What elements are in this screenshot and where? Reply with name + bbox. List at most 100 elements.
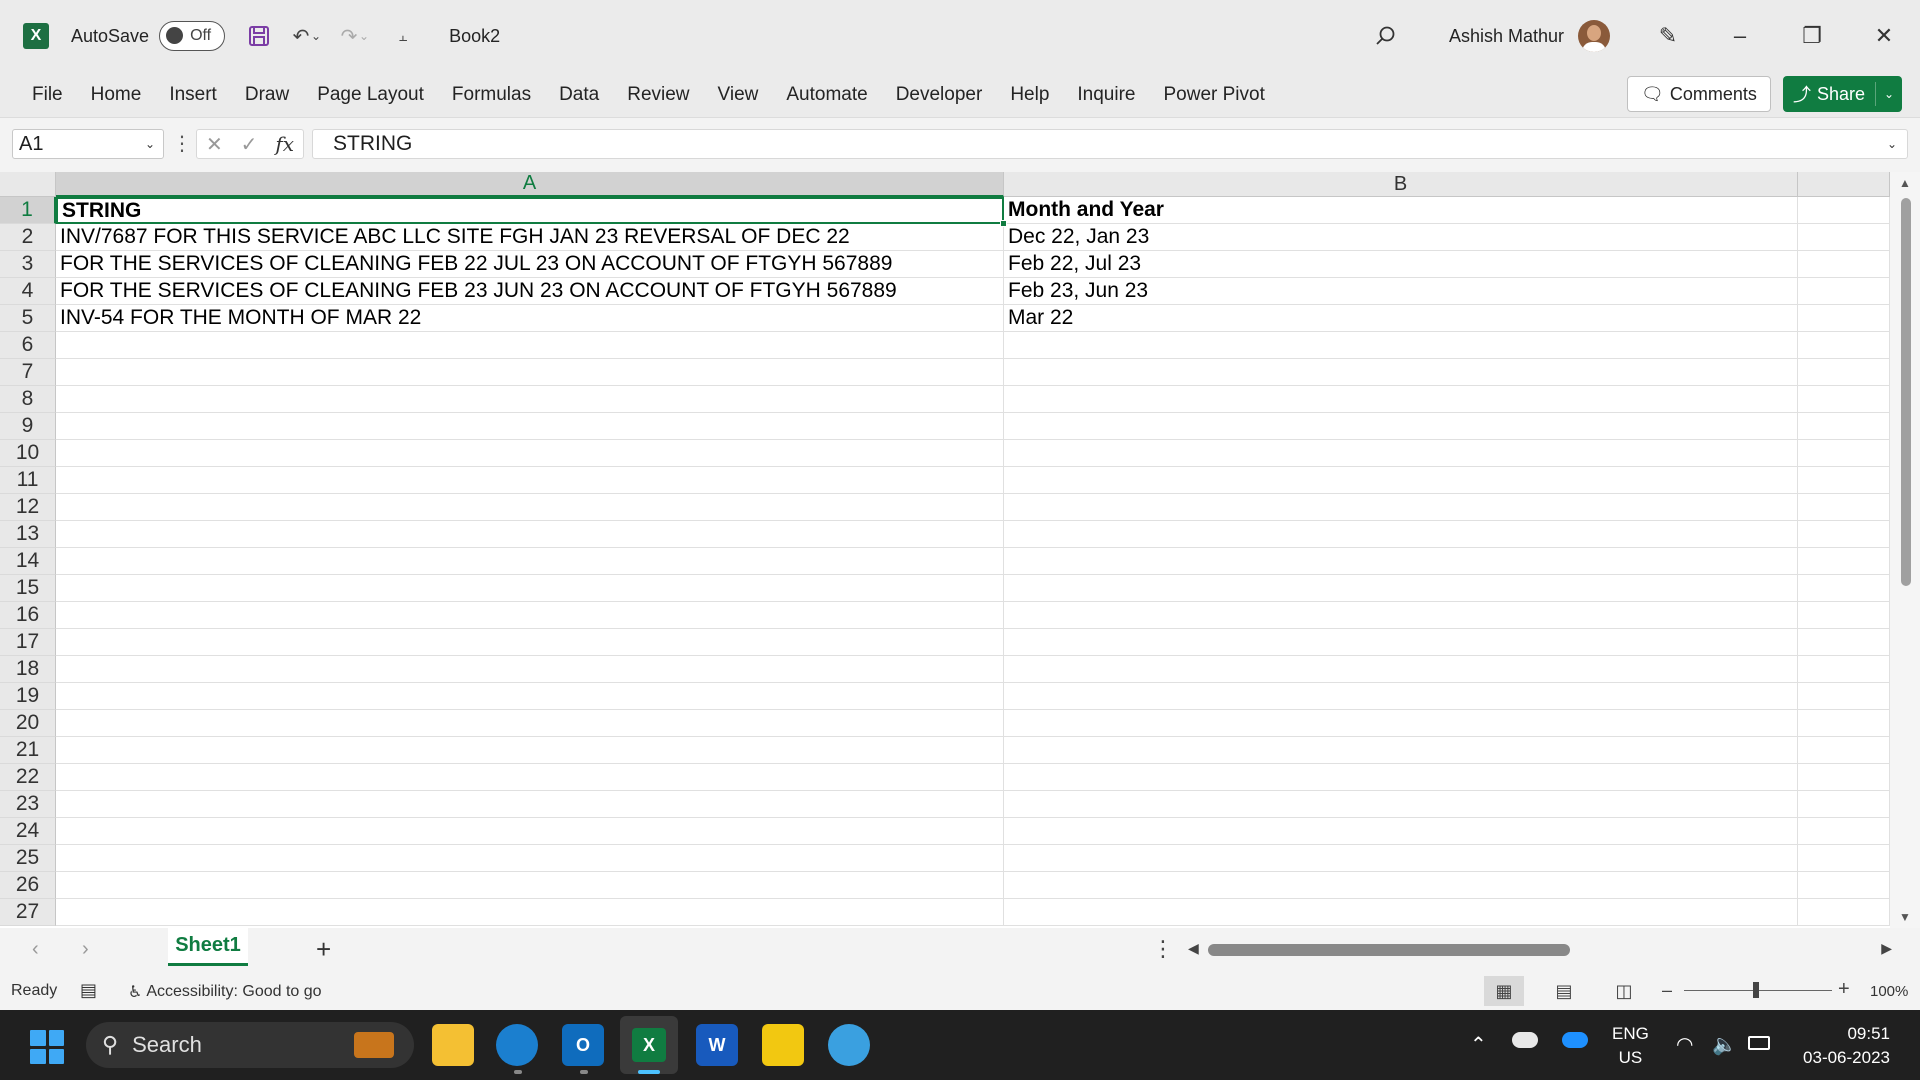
- comments-button[interactable]: 🗨 Comments: [1627, 76, 1771, 112]
- row-header[interactable]: 17: [0, 629, 56, 656]
- row-header[interactable]: 20: [0, 710, 56, 737]
- row-header[interactable]: 5: [0, 305, 56, 332]
- cell[interactable]: [1798, 656, 1890, 683]
- column-header-a[interactable]: A: [56, 172, 1004, 197]
- horizontal-scrollbar[interactable]: ◀ ▶: [1180, 940, 1892, 960]
- formula-input[interactable]: STRING ⌄: [312, 129, 1908, 159]
- cell[interactable]: [56, 332, 1004, 359]
- page-break-view-icon[interactable]: ◫: [1604, 976, 1644, 1006]
- row-header[interactable]: 27: [0, 899, 56, 926]
- sheet-prev-icon[interactable]: ‹: [32, 938, 39, 961]
- cell[interactable]: [1004, 899, 1798, 926]
- more-options-icon[interactable]: ⋮: [172, 131, 192, 156]
- cell[interactable]: [1798, 629, 1890, 656]
- tab-insert[interactable]: Insert: [155, 72, 231, 118]
- column-header-b[interactable]: B: [1004, 172, 1798, 197]
- restore-icon[interactable]: ❐: [1776, 0, 1848, 72]
- select-all-corner[interactable]: [0, 172, 56, 197]
- cell[interactable]: [1798, 818, 1890, 845]
- row-header[interactable]: 2: [0, 224, 56, 251]
- row-header[interactable]: 10: [0, 440, 56, 467]
- cell[interactable]: [56, 467, 1004, 494]
- cell[interactable]: [56, 359, 1004, 386]
- enter-icon[interactable]: ✓: [241, 132, 258, 157]
- row-header[interactable]: 1: [0, 197, 56, 224]
- accessibility-status[interactable]: ♿ Accessibility: Good to go: [128, 982, 322, 1002]
- row-header[interactable]: 6: [0, 332, 56, 359]
- cell[interactable]: [1004, 386, 1798, 413]
- language-indicator[interactable]: ENG US: [1612, 1022, 1649, 1070]
- zoom-level[interactable]: 100%: [1870, 983, 1908, 1000]
- sheet-next-icon[interactable]: ›: [82, 938, 89, 961]
- cell[interactable]: [56, 737, 1004, 764]
- row-header[interactable]: 4: [0, 278, 56, 305]
- cell[interactable]: [1004, 710, 1798, 737]
- cell[interactable]: [56, 575, 1004, 602]
- cell[interactable]: [1004, 548, 1798, 575]
- vertical-scrollbar[interactable]: ▲ ▼: [1890, 172, 1920, 928]
- cell[interactable]: Mar 22: [1004, 305, 1798, 332]
- tab-help[interactable]: Help: [996, 72, 1063, 118]
- cell[interactable]: [1004, 629, 1798, 656]
- cell[interactable]: [56, 791, 1004, 818]
- save-icon[interactable]: [243, 20, 275, 52]
- cell[interactable]: [1798, 359, 1890, 386]
- system-clock[interactable]: 09:51 03-06-2023: [1796, 1022, 1890, 1070]
- taskbar-search[interactable]: ⚲ Search: [86, 1022, 414, 1068]
- cell[interactable]: [56, 899, 1004, 926]
- zoom-in-icon[interactable]: +: [1838, 978, 1850, 1001]
- customize-qat-icon[interactable]: ⫠: [387, 20, 419, 52]
- cloud-icon[interactable]: [1512, 1032, 1538, 1048]
- row-header[interactable]: 14: [0, 548, 56, 575]
- cell[interactable]: [56, 386, 1004, 413]
- cell[interactable]: [1798, 548, 1890, 575]
- tab-automate[interactable]: Automate: [772, 72, 881, 118]
- battery-icon[interactable]: [1748, 1036, 1770, 1050]
- cell[interactable]: [1004, 575, 1798, 602]
- row-header[interactable]: 15: [0, 575, 56, 602]
- onedrive-icon[interactable]: [1562, 1032, 1588, 1048]
- cell[interactable]: [1004, 332, 1798, 359]
- macro-recording-icon[interactable]: ▤: [80, 980, 97, 1001]
- scroll-left-icon[interactable]: ◀: [1188, 940, 1199, 957]
- share-button[interactable]: ⤴ Share ⌄: [1783, 76, 1902, 112]
- cell[interactable]: [1798, 710, 1890, 737]
- horizontal-scroll-thumb[interactable]: [1208, 944, 1570, 956]
- row-header[interactable]: 13: [0, 521, 56, 548]
- cell[interactable]: [1004, 764, 1798, 791]
- row-header[interactable]: 12: [0, 494, 56, 521]
- cell[interactable]: [1004, 845, 1798, 872]
- cell[interactable]: [1004, 413, 1798, 440]
- cell[interactable]: [1798, 386, 1890, 413]
- tab-data[interactable]: Data: [545, 72, 613, 118]
- cell[interactable]: [1798, 332, 1890, 359]
- edge-icon[interactable]: [496, 1024, 538, 1066]
- cell[interactable]: [1004, 440, 1798, 467]
- tab-view[interactable]: View: [704, 72, 773, 118]
- chevron-down-icon[interactable]: ⌄: [145, 137, 155, 151]
- cell[interactable]: [1004, 359, 1798, 386]
- scroll-up-icon[interactable]: ▲: [1899, 176, 1911, 190]
- cell[interactable]: [1004, 737, 1798, 764]
- cell[interactable]: [1798, 683, 1890, 710]
- cell[interactable]: FOR THE SERVICES OF CLEANING FEB 23 JUN …: [56, 278, 1004, 305]
- cell[interactable]: [56, 521, 1004, 548]
- page-layout-view-icon[interactable]: ▤: [1544, 976, 1584, 1006]
- cell[interactable]: Dec 22, Jan 23: [1004, 224, 1798, 251]
- cell[interactable]: [1798, 899, 1890, 926]
- chevron-down-icon[interactable]: ⌄: [1884, 87, 1894, 101]
- tab-formulas[interactable]: Formulas: [438, 72, 545, 118]
- cell[interactable]: [1798, 224, 1890, 251]
- search-icon[interactable]: [1365, 0, 1405, 72]
- column-header-c[interactable]: [1798, 172, 1890, 197]
- cell[interactable]: [56, 602, 1004, 629]
- power-bi-icon[interactable]: [762, 1024, 804, 1066]
- cell[interactable]: Feb 22, Jul 23: [1004, 251, 1798, 278]
- cell[interactable]: [1798, 575, 1890, 602]
- paint-icon[interactable]: [828, 1024, 870, 1066]
- excel-taskbar-button[interactable]: X: [620, 1016, 678, 1074]
- cell[interactable]: [1798, 197, 1890, 224]
- row-header[interactable]: 19: [0, 683, 56, 710]
- row-header[interactable]: 16: [0, 602, 56, 629]
- autosave-toggle[interactable]: Off: [159, 21, 226, 51]
